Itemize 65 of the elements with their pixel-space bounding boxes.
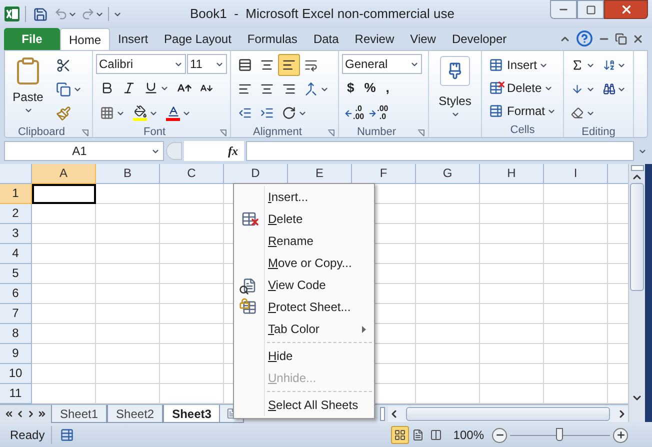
ribbon-tab[interactable]: View bbox=[402, 28, 444, 50]
column-header[interactable]: F bbox=[352, 164, 416, 184]
row-header[interactable]: 10 bbox=[0, 364, 32, 384]
sheet-tab[interactable]: Sheet1 bbox=[51, 404, 108, 422]
row-header[interactable]: 1 bbox=[0, 184, 32, 204]
menu-item[interactable]: Rename bbox=[234, 230, 374, 252]
row-header[interactable]: 3 bbox=[0, 224, 32, 244]
menu-item[interactable]: Select All Sheets bbox=[234, 394, 374, 416]
number-format-button[interactable]: % bbox=[359, 77, 381, 99]
row-header[interactable]: 4 bbox=[0, 244, 32, 264]
column-header[interactable]: B bbox=[96, 164, 160, 184]
increase-decimal-button[interactable]: .0 .00 bbox=[342, 102, 366, 124]
menu-item[interactable]: Delete bbox=[234, 208, 374, 230]
ribbon-tab[interactable]: Home bbox=[60, 28, 110, 50]
number-format-dropdown[interactable]: General bbox=[342, 54, 422, 74]
number-format-button[interactable]: $ bbox=[342, 77, 360, 99]
menu-item[interactable]: Hide bbox=[234, 345, 374, 367]
row-header[interactable]: 11 bbox=[0, 384, 32, 404]
cells-button[interactable]: Format bbox=[485, 100, 560, 122]
row-header[interactable]: 6 bbox=[0, 284, 32, 304]
ribbon-tab[interactable]: Formulas bbox=[239, 28, 306, 50]
row-header[interactable]: 9 bbox=[0, 344, 32, 364]
column-header[interactable]: G bbox=[416, 164, 480, 184]
column-header[interactable]: C bbox=[160, 164, 224, 184]
zoom-level[interactable]: 100% bbox=[453, 426, 484, 444]
file-tab[interactable]: File bbox=[4, 28, 60, 50]
menu-item[interactable]: Protect Sheet... bbox=[234, 296, 374, 318]
sheet-tab[interactable]: Sheet3 bbox=[163, 404, 220, 422]
row-header[interactable]: 7 bbox=[0, 304, 32, 324]
function-label[interactable]: fx bbox=[184, 141, 244, 161]
group-label: Alignment bbox=[253, 124, 303, 140]
ribbon-tab[interactable]: Developer bbox=[444, 28, 515, 50]
font-size-dropdown[interactable]: 11 bbox=[187, 54, 227, 74]
paste-button[interactable]: Paste bbox=[8, 54, 48, 124]
cells-button[interactable]: Delete bbox=[485, 77, 560, 99]
sheet-tab[interactable]: Sheet2 bbox=[107, 404, 164, 422]
status-text: Ready bbox=[9, 427, 46, 444]
window-title: Book1 - Microsoft Excel non-commercial use bbox=[190, 5, 454, 24]
group-label: Clipboard bbox=[18, 124, 66, 140]
column-header[interactable]: A bbox=[32, 164, 96, 184]
styles-button[interactable]: Styles bbox=[432, 54, 478, 121]
ribbon-tab[interactable]: Insert bbox=[110, 28, 156, 50]
menu-item[interactable]: Tab Color bbox=[234, 318, 374, 340]
row-header[interactable]: 8 bbox=[0, 324, 32, 344]
menu-item[interactable]: Move or Copy... bbox=[234, 252, 374, 274]
ribbon-tab[interactable]: Page Layout bbox=[156, 28, 240, 50]
ribbon-tab[interactable]: Review bbox=[346, 28, 402, 50]
group-label: Number bbox=[356, 124, 398, 140]
row-header[interactable]: 2 bbox=[0, 204, 32, 224]
decrease-decimal-button[interactable]: .00 .0 bbox=[366, 102, 390, 124]
group-label: Cells bbox=[510, 122, 535, 138]
cells-button[interactable]: Insert bbox=[485, 54, 560, 76]
font-name-dropdown[interactable]: Calibri bbox=[96, 54, 186, 74]
column-header[interactable]: E bbox=[288, 164, 352, 184]
menu-item[interactable]: Insert... bbox=[234, 186, 374, 208]
column-header[interactable]: I bbox=[544, 164, 608, 184]
column-header[interactable]: H bbox=[480, 164, 544, 184]
name-box[interactable]: A1 bbox=[4, 141, 164, 161]
number-format-button[interactable]: , bbox=[380, 77, 394, 99]
column-header[interactable]: D bbox=[224, 164, 288, 184]
ribbon-tab[interactable]: Data bbox=[305, 28, 347, 50]
group-label: Editing bbox=[582, 124, 616, 140]
row-header[interactable]: 5 bbox=[0, 264, 32, 284]
group-label: Font bbox=[143, 124, 166, 140]
menu-item[interactable]: View Code bbox=[234, 274, 374, 296]
